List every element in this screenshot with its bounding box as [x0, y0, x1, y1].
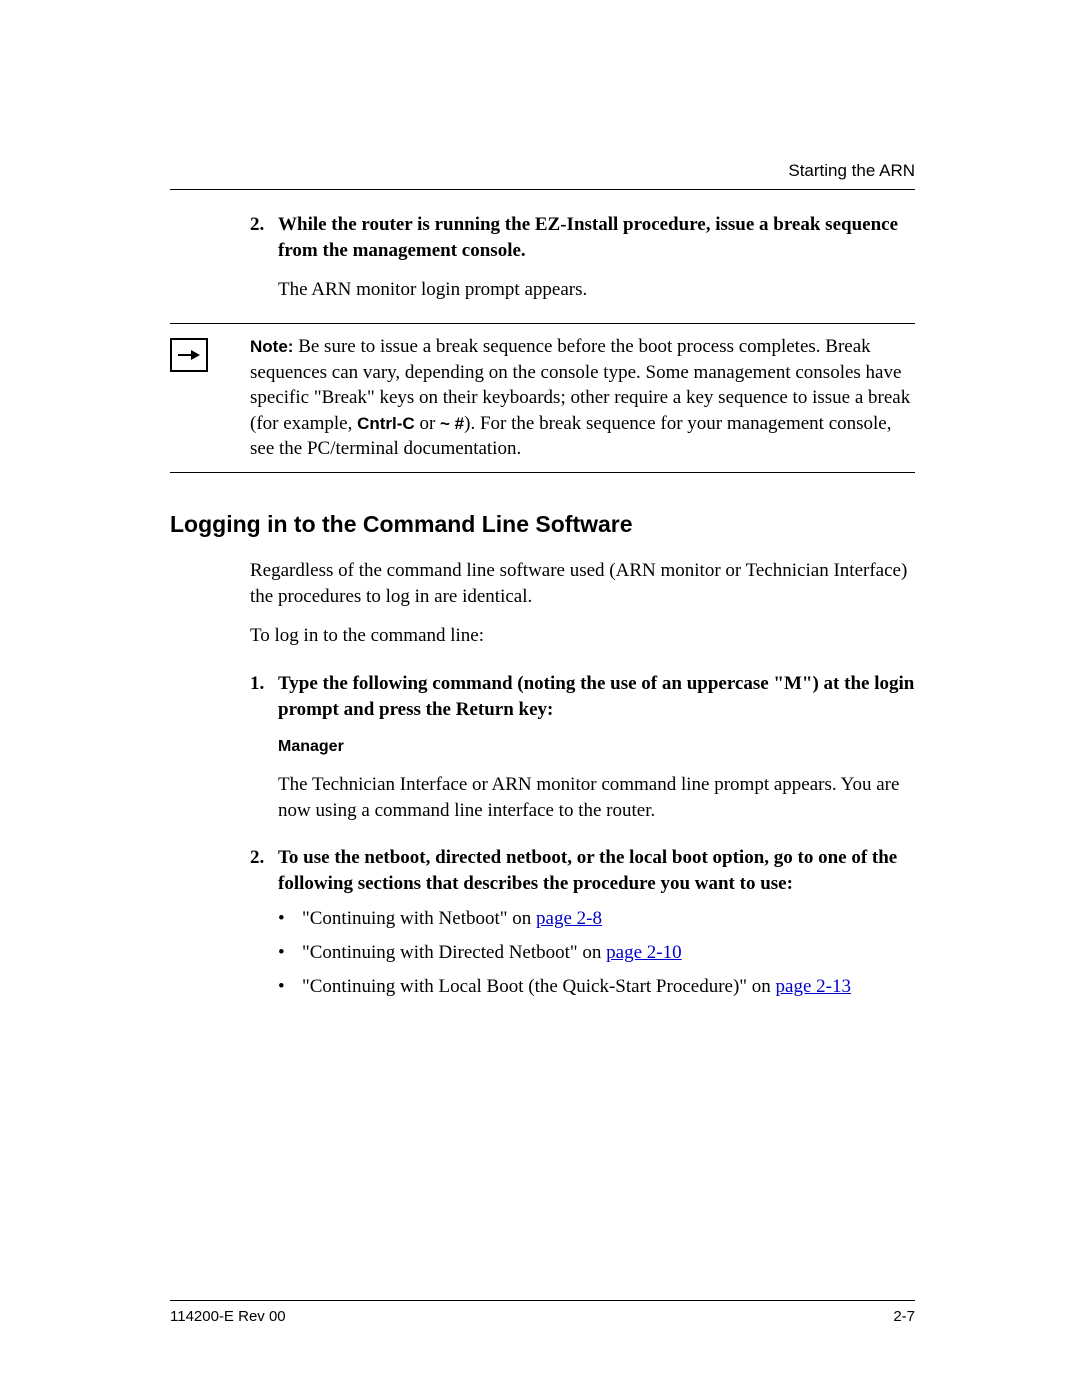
note-keyseq-1: Cntrl-C: [357, 414, 415, 433]
section-lead: To log in to the command line:: [250, 623, 915, 649]
header-rule: [170, 189, 915, 190]
arrow-right-icon: [170, 338, 208, 372]
footer-doc-id: 114200-E Rev 00: [170, 1307, 286, 1327]
step-2-number: 2.: [250, 212, 278, 263]
login-step-1-text: Type the following command (noting the u…: [278, 671, 915, 722]
step-2: 2. While the router is running the EZ-In…: [250, 212, 915, 263]
login-step-1-number: 1.: [250, 671, 278, 722]
bullet-icon: •: [278, 940, 302, 966]
login-step-2: 2. To use the netboot, directed netboot,…: [250, 845, 915, 896]
page-link[interactable]: page 2-13: [776, 976, 851, 997]
login-step-2-text: To use the netboot, directed netboot, or…: [278, 845, 915, 896]
footer-page-number: 2-7: [893, 1307, 915, 1327]
page-header-title: Starting the ARN: [170, 160, 915, 183]
footer-rule: [170, 1300, 915, 1301]
step-2-after: The ARN monitor login prompt appears.: [278, 277, 915, 303]
manager-command: Manager: [278, 736, 915, 758]
page-footer: 114200-E Rev 00 2-7: [170, 1300, 915, 1327]
section-heading: Logging in to the Command Line Software: [170, 509, 915, 540]
bullet-text: "Continuing with Local Boot (the Quick-S…: [302, 976, 776, 997]
page-link[interactable]: page 2-8: [536, 908, 602, 929]
bullet-icon: •: [278, 906, 302, 932]
bullet-list: • "Continuing with Netboot" on page 2-8 …: [278, 906, 915, 999]
note-callout: Note: Be sure to issue a break sequence …: [170, 323, 915, 473]
list-item: • "Continuing with Local Boot (the Quick…: [278, 974, 915, 1000]
bullet-text: "Continuing with Netboot" on: [302, 908, 536, 929]
bullet-icon: •: [278, 974, 302, 1000]
login-step-1-after: The Technician Interface or ARN monitor …: [278, 772, 915, 823]
login-step-2-number: 2.: [250, 845, 278, 896]
login-step-1: 1. Type the following command (noting th…: [250, 671, 915, 722]
note-keyseq-2: ~ #: [440, 414, 464, 433]
note-body: Note: Be sure to issue a break sequence …: [250, 334, 915, 462]
step-2-text: While the router is running the EZ-Insta…: [278, 212, 915, 263]
page-link[interactable]: page 2-10: [606, 942, 681, 963]
bullet-text: "Continuing with Directed Netboot" on: [302, 942, 606, 963]
section-intro: Regardless of the command line software …: [250, 558, 915, 609]
list-item: • "Continuing with Directed Netboot" on …: [278, 940, 915, 966]
list-item: • "Continuing with Netboot" on page 2-8: [278, 906, 915, 932]
note-text-2: or: [415, 413, 440, 434]
note-label: Note:: [250, 337, 293, 356]
